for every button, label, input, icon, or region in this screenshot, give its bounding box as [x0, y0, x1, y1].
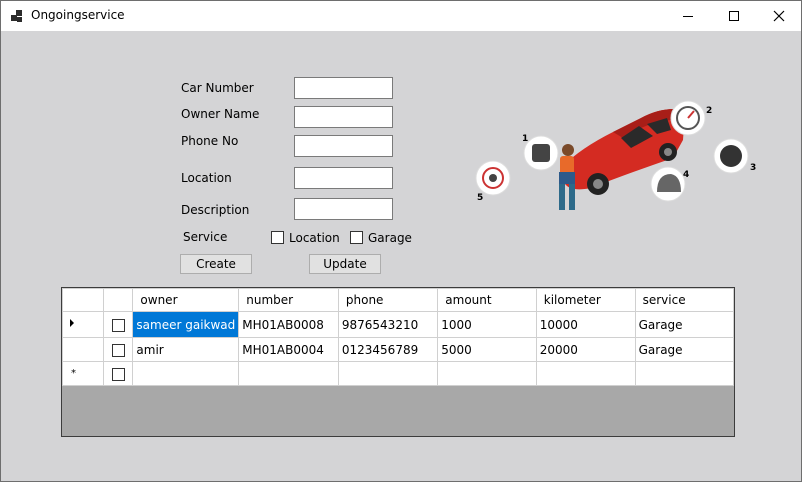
callout-2: 2: [706, 106, 712, 116]
cell-kilometer[interactable]: [535, 361, 636, 386]
location-option-label[interactable]: Location: [289, 231, 340, 245]
maximize-icon: [729, 11, 739, 21]
row-checkbox-cell[interactable]: [102, 361, 134, 386]
garage-checkbox[interactable]: [350, 231, 363, 244]
cell-amount[interactable]: 5000: [437, 337, 537, 362]
maximize-button[interactable]: [711, 1, 757, 31]
description-label: Description: [181, 203, 250, 217]
owner-name-input[interactable]: [294, 106, 393, 128]
cell-owner[interactable]: [132, 361, 240, 386]
cell-amount[interactable]: [437, 361, 537, 386]
phone-label: Phone No: [181, 134, 239, 148]
new-row-marker: *: [62, 361, 104, 386]
cell-number[interactable]: [238, 361, 339, 386]
phone-input[interactable]: [294, 135, 393, 157]
close-icon: [773, 10, 785, 22]
column-header-amount[interactable]: amount: [437, 288, 537, 312]
window-title: Ongoingservice: [31, 8, 125, 22]
row-checkbox[interactable]: [111, 318, 125, 332]
ongoing-service-window: Ongoingservice Car Number Owner Name Pho…: [0, 0, 802, 482]
owner-name-label: Owner Name: [181, 107, 260, 121]
car-number-label: Car Number: [181, 81, 254, 95]
cell-service[interactable]: [634, 361, 734, 386]
cell-amount[interactable]: 1000: [437, 311, 537, 338]
column-header-number[interactable]: number: [238, 288, 339, 312]
car-service-illustration: 1 2 3 4 5: [475, 100, 756, 210]
app-icon: [11, 10, 23, 22]
create-button[interactable]: Create: [180, 254, 252, 274]
row-checkbox[interactable]: [111, 343, 125, 357]
cell-phone[interactable]: [337, 361, 439, 386]
column-header-service[interactable]: service: [634, 288, 734, 312]
title-bar: Ongoingservice: [1, 1, 801, 31]
location-label: Location: [181, 171, 232, 185]
column-header-kilometer[interactable]: kilometer: [535, 288, 636, 312]
row-header[interactable]: [62, 337, 104, 362]
row-checkbox-cell[interactable]: [102, 337, 134, 362]
service-data-grid[interactable]: owner number phone amount kilometer serv…: [61, 287, 735, 437]
cell-service[interactable]: Garage: [634, 337, 734, 362]
close-button[interactable]: [756, 1, 802, 31]
row-header-corner[interactable]: [62, 288, 104, 312]
current-row-arrow-icon: [70, 319, 74, 327]
row-checkbox[interactable]: [111, 367, 125, 381]
cell-phone[interactable]: 0123456789: [337, 337, 439, 362]
cell-kilometer[interactable]: 10000: [535, 311, 636, 338]
car-number-input[interactable]: [294, 77, 393, 99]
cell-service[interactable]: Garage: [634, 311, 734, 338]
table-row[interactable]: amir MH01AB0004 0123456789 5000 20000 Ga…: [62, 337, 734, 362]
column-header-owner[interactable]: owner: [132, 288, 240, 312]
cell-owner[interactable]: amir: [132, 337, 240, 362]
callout-3: 3: [750, 163, 756, 173]
location-input[interactable]: [294, 167, 393, 189]
callout-5: 5: [477, 193, 483, 203]
cell-number[interactable]: MH01AB0008: [238, 311, 339, 338]
new-row[interactable]: *: [62, 361, 734, 386]
cell-phone[interactable]: 9876543210: [337, 311, 439, 338]
minimize-icon: [683, 16, 693, 17]
row-checkbox-cell[interactable]: [102, 311, 134, 338]
checkbox-column-header[interactable]: [102, 288, 134, 312]
minimize-button[interactable]: [665, 1, 711, 31]
description-input[interactable]: [294, 198, 393, 220]
cell-number[interactable]: MH01AB0004: [238, 337, 339, 362]
column-header-phone[interactable]: phone: [337, 288, 439, 312]
update-button[interactable]: Update: [309, 254, 381, 274]
cell-owner[interactable]: sameer gaikwad: [132, 311, 240, 338]
table-row[interactable]: sameer gaikwad MH01AB0008 9876543210 100…: [62, 311, 734, 338]
callout-1: 1: [522, 134, 528, 144]
row-header[interactable]: [62, 311, 104, 338]
location-checkbox[interactable]: [271, 231, 284, 244]
garage-option-label[interactable]: Garage: [368, 231, 412, 245]
cell-kilometer[interactable]: 20000: [535, 337, 636, 362]
grid-header-row: owner number phone amount kilometer serv…: [62, 288, 734, 312]
callout-4: 4: [683, 170, 689, 180]
service-label: Service: [183, 230, 228, 244]
